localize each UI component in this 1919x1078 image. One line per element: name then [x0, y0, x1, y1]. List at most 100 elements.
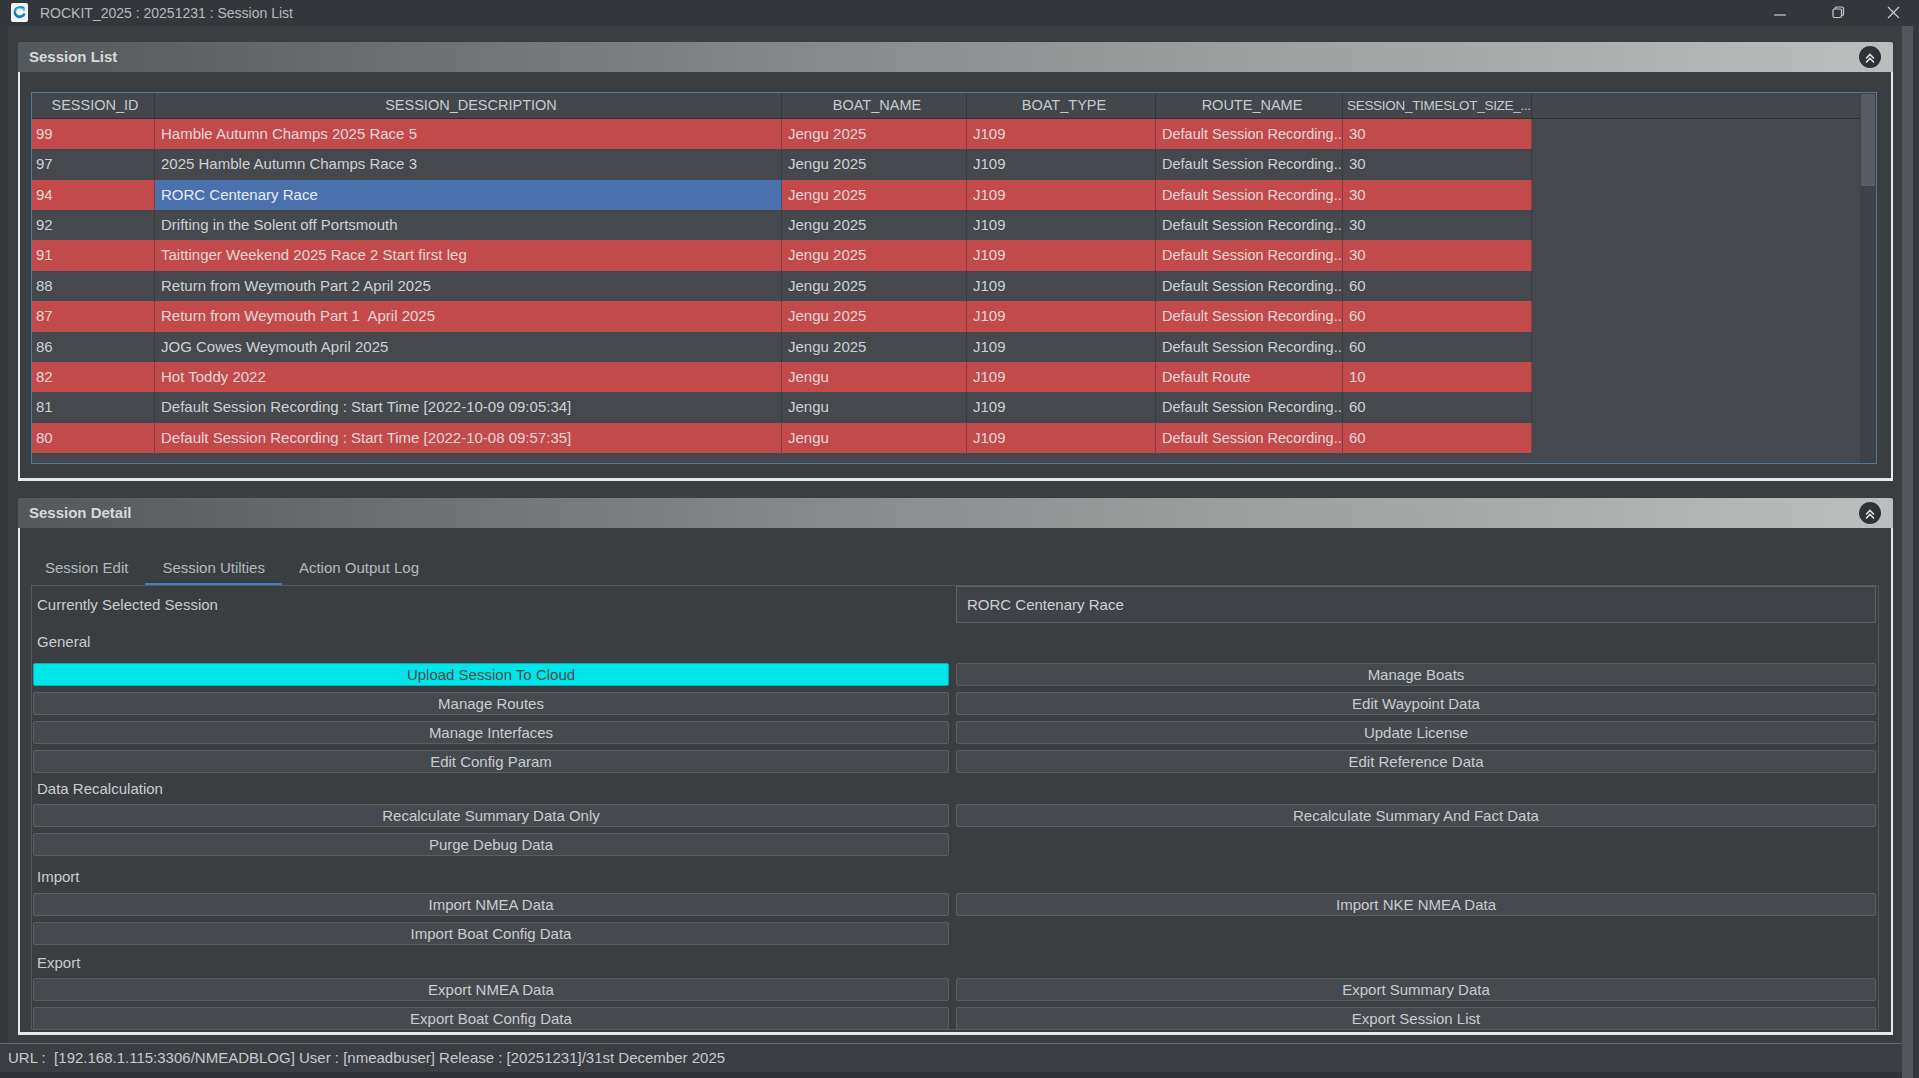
table-row[interactable]: 92Drifting in the Solent off PortsmouthJ… — [32, 210, 1532, 240]
cell-boat_type[interactable]: J109 — [967, 119, 1156, 149]
cell-boat_type[interactable]: J109 — [967, 180, 1156, 210]
table-row[interactable]: 81Default Session Recording : Start Time… — [32, 392, 1532, 422]
button-purge-debug-data[interactable]: Purge Debug Data — [33, 833, 949, 856]
cell-route_name[interactable]: Default Session Recording... — [1156, 392, 1343, 422]
tab-session-utilties[interactable]: Session Utilties — [145, 553, 282, 586]
cell-session_id[interactable]: 91 — [32, 240, 155, 270]
button-export-boat-config-data[interactable]: Export Boat Config Data — [33, 1007, 949, 1030]
cell-boat_name[interactable]: Jengu 2025 — [782, 301, 967, 331]
cell-boat_name[interactable]: Jengu 2025 — [782, 271, 967, 301]
cell-session_description[interactable]: Hot Toddy 2022 — [155, 362, 782, 392]
table-row[interactable]: 82Hot Toddy 2022JenguJ109Default Route10 — [32, 362, 1532, 392]
close-button[interactable] — [1876, 0, 1910, 26]
table-row[interactable]: 99Hamble Autumn Champs 2025 Race 5Jengu … — [32, 119, 1532, 149]
cell-session_id[interactable]: 86 — [32, 332, 155, 362]
cell-session_timeslot_size[interactable]: 30 — [1343, 119, 1532, 149]
collapse-session-list-icon[interactable] — [1859, 46, 1881, 68]
collapse-session-detail-icon[interactable] — [1859, 502, 1881, 524]
cell-session_timeslot_size[interactable]: 30 — [1343, 210, 1532, 240]
button-import-nke-nmea-data[interactable]: Import NKE NMEA Data — [956, 893, 1876, 916]
currently-selected-session-field[interactable]: RORC Centenary Race — [956, 586, 1876, 623]
button-edit-config-param[interactable]: Edit Config Param — [33, 750, 949, 773]
cell-session_description[interactable]: JOG Cowes Weymouth April 2025 — [155, 332, 782, 362]
cell-boat_name[interactable]: Jengu 2025 — [782, 240, 967, 270]
cell-session_description[interactable]: Return from Weymouth Part 1 April 2025 — [155, 301, 782, 331]
cell-boat_name[interactable]: Jengu 2025 — [782, 332, 967, 362]
cell-session_id[interactable]: 92 — [32, 210, 155, 240]
table-row[interactable]: 88Return from Weymouth Part 2 April 2025… — [32, 271, 1532, 301]
cell-boat_type[interactable]: J109 — [967, 240, 1156, 270]
cell-session_description[interactable]: RORC Centenary Race — [155, 180, 782, 210]
cell-boat_type[interactable]: J109 — [967, 271, 1156, 301]
cell-session_description[interactable]: Default Session Recording : Start Time [… — [155, 392, 782, 422]
cell-session_timeslot_size[interactable]: 60 — [1343, 271, 1532, 301]
cell-session_id[interactable]: 82 — [32, 362, 155, 392]
cell-route_name[interactable]: Default Session Recording... — [1156, 180, 1343, 210]
cell-boat_name[interactable]: Jengu 2025 — [782, 180, 967, 210]
tab-session-edit[interactable]: Session Edit — [28, 553, 145, 586]
cell-boat_name[interactable]: Jengu — [782, 362, 967, 392]
cell-session_id[interactable]: 97 — [32, 149, 155, 179]
cell-session_id[interactable]: 94 — [32, 180, 155, 210]
cell-route_name[interactable]: Default Session Recording... — [1156, 271, 1343, 301]
column-header-route-name[interactable]: ROUTE_NAME — [1156, 93, 1343, 118]
column-header-boat-type[interactable]: BOAT_TYPE — [967, 93, 1156, 118]
button-export-session-list[interactable]: Export Session List — [956, 1007, 1876, 1030]
button-manage-boats[interactable]: Manage Boats — [956, 663, 1876, 686]
cell-boat_name[interactable]: Jengu 2025 — [782, 149, 967, 179]
table-row[interactable]: 94RORC Centenary RaceJengu 2025J109Defau… — [32, 180, 1532, 210]
cell-session_timeslot_size[interactable]: 30 — [1343, 240, 1532, 270]
cell-route_name[interactable]: Default Route — [1156, 362, 1343, 392]
tab-action-output-log[interactable]: Action Output Log — [282, 553, 436, 586]
button-update-license[interactable]: Update License — [956, 721, 1876, 744]
button-export-nmea-data[interactable]: Export NMEA Data — [33, 978, 949, 1001]
cell-session_timeslot_size[interactable]: 60 — [1343, 301, 1532, 331]
cell-boat_type[interactable]: J109 — [967, 149, 1156, 179]
column-header-session-id[interactable]: SESSION_ID — [32, 93, 155, 118]
cell-route_name[interactable]: Default Session Recording... — [1156, 240, 1343, 270]
cell-session_description[interactable]: 2025 Hamble Autumn Champs Race 3 — [155, 149, 782, 179]
column-header-session-timeslot-size-[interactable]: SESSION_TIMESLOT_SIZE_... — [1343, 93, 1532, 118]
button-recalculate-summary-data-only[interactable]: Recalculate Summary Data Only — [33, 804, 949, 827]
table-row[interactable]: 972025 Hamble Autumn Champs Race 3Jengu … — [32, 149, 1532, 179]
cell-session_timeslot_size[interactable]: 10 — [1343, 362, 1532, 392]
cell-session_id[interactable]: 87 — [32, 301, 155, 331]
cell-route_name[interactable]: Default Session Recording... — [1156, 423, 1343, 453]
button-export-summary-data[interactable]: Export Summary Data — [956, 978, 1876, 1001]
cell-route_name[interactable]: Default Session Recording... — [1156, 119, 1343, 149]
button-edit-waypoint-data[interactable]: Edit Waypoint Data — [956, 692, 1876, 715]
cell-session_description[interactable]: Return from Weymouth Part 2 April 2025 — [155, 271, 782, 301]
cell-session_timeslot_size[interactable]: 60 — [1343, 392, 1532, 422]
cell-route_name[interactable]: Default Session Recording... — [1156, 301, 1343, 331]
button-recalculate-summary-and-fact-data[interactable]: Recalculate Summary And Fact Data — [956, 804, 1876, 827]
table-row[interactable]: 91Taittinger Weekend 2025 Race 2 Start f… — [32, 240, 1532, 270]
table-row[interactable]: 80Default Session Recording : Start Time… — [32, 423, 1532, 453]
cell-boat_name[interactable]: Jengu 2025 — [782, 210, 967, 240]
cell-route_name[interactable]: Default Session Recording... — [1156, 210, 1343, 240]
cell-boat_type[interactable]: J109 — [967, 423, 1156, 453]
cell-boat_type[interactable]: J109 — [967, 362, 1156, 392]
cell-boat_type[interactable]: J109 — [967, 210, 1156, 240]
cell-session_description[interactable]: Taittinger Weekend 2025 Race 2 Start fir… — [155, 240, 782, 270]
button-import-nmea-data[interactable]: Import NMEA Data — [33, 893, 949, 916]
cell-boat_type[interactable]: J109 — [967, 301, 1156, 331]
cell-boat_name[interactable]: Jengu 2025 — [782, 119, 967, 149]
button-edit-reference-data[interactable]: Edit Reference Data — [956, 750, 1876, 773]
cell-boat_name[interactable]: Jengu — [782, 392, 967, 422]
button-upload-session-to-cloud[interactable]: Upload Session To Cloud — [33, 663, 949, 686]
cell-boat_name[interactable]: Jengu — [782, 423, 967, 453]
table-row[interactable]: 87Return from Weymouth Part 1 April 2025… — [32, 301, 1532, 331]
cell-session_id[interactable]: 80 — [32, 423, 155, 453]
button-manage-routes[interactable]: Manage Routes — [33, 692, 949, 715]
button-manage-interfaces[interactable]: Manage Interfaces — [33, 721, 949, 744]
cell-boat_type[interactable]: J109 — [967, 332, 1156, 362]
cell-session_id[interactable]: 88 — [32, 271, 155, 301]
cell-route_name[interactable]: Default Session Recording... — [1156, 149, 1343, 179]
cell-session_description[interactable]: Drifting in the Solent off Portsmouth — [155, 210, 782, 240]
cell-session_id[interactable]: 81 — [32, 392, 155, 422]
table-row[interactable]: 86JOG Cowes Weymouth April 2025Jengu 202… — [32, 332, 1532, 362]
cell-session_description[interactable]: Hamble Autumn Champs 2025 Race 5 — [155, 119, 782, 149]
cell-session_timeslot_size[interactable]: 60 — [1343, 332, 1532, 362]
column-header-session-description[interactable]: SESSION_DESCRIPTION — [155, 93, 782, 118]
cell-session_description[interactable]: Default Session Recording : Start Time [… — [155, 423, 782, 453]
